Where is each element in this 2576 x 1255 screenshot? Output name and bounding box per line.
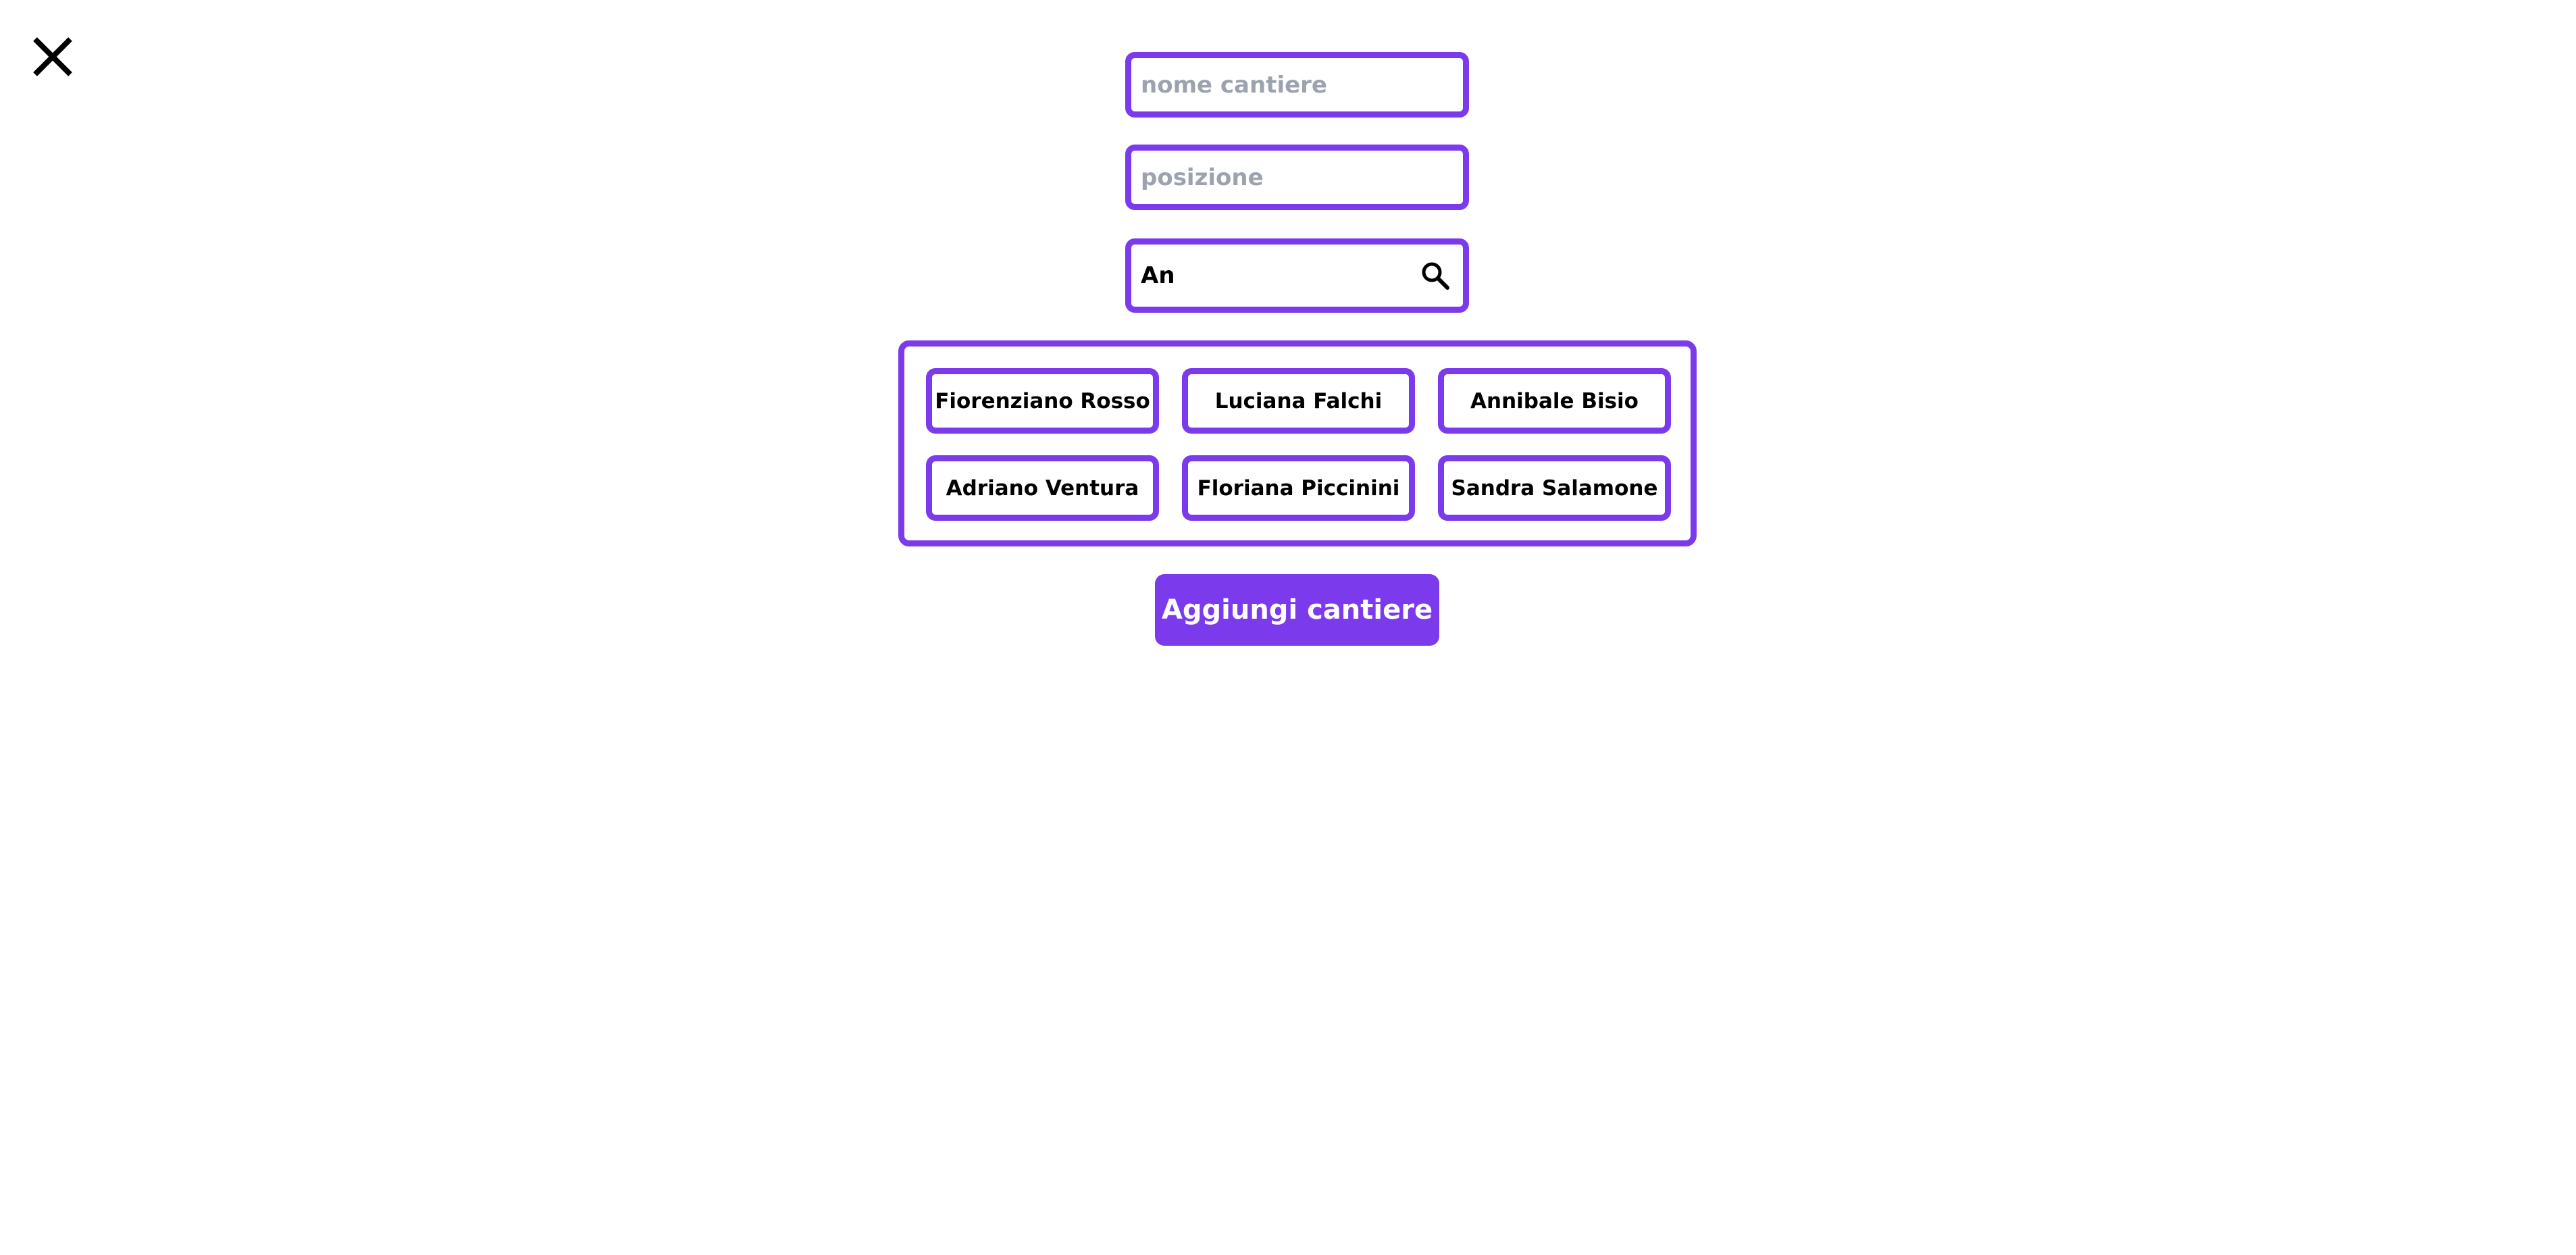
site-name-field-wrapper (1125, 52, 1469, 118)
position-field-wrapper (1125, 145, 1469, 210)
close-button[interactable] (31, 35, 74, 78)
search-results-panel: Fiorenziano Rosso Luciana Falchi Annibal… (898, 340, 1697, 546)
site-name-input[interactable] (1131, 58, 1463, 111)
add-site-button[interactable]: Aggiungi cantiere (1155, 574, 1439, 646)
worker-search-input[interactable] (1131, 245, 1463, 307)
position-input[interactable] (1131, 151, 1463, 204)
result-chip[interactable]: Floriana Piccinini (1182, 455, 1415, 521)
result-chip[interactable]: Sandra Salamone (1438, 455, 1671, 521)
result-chip[interactable]: Annibale Bisio (1438, 368, 1671, 434)
worker-search-field-wrapper (1125, 238, 1469, 313)
result-chip[interactable]: Adriano Ventura (926, 455, 1159, 521)
add-site-page: Fiorenziano Rosso Luciana Falchi Annibal… (0, 0, 2576, 1255)
result-chip[interactable]: Luciana Falchi (1182, 368, 1415, 434)
close-icon (33, 37, 72, 76)
search-results-grid: Fiorenziano Rosso Luciana Falchi Annibal… (926, 368, 1671, 521)
search-icon[interactable] (1420, 260, 1451, 291)
result-chip[interactable]: Fiorenziano Rosso (926, 368, 1159, 434)
